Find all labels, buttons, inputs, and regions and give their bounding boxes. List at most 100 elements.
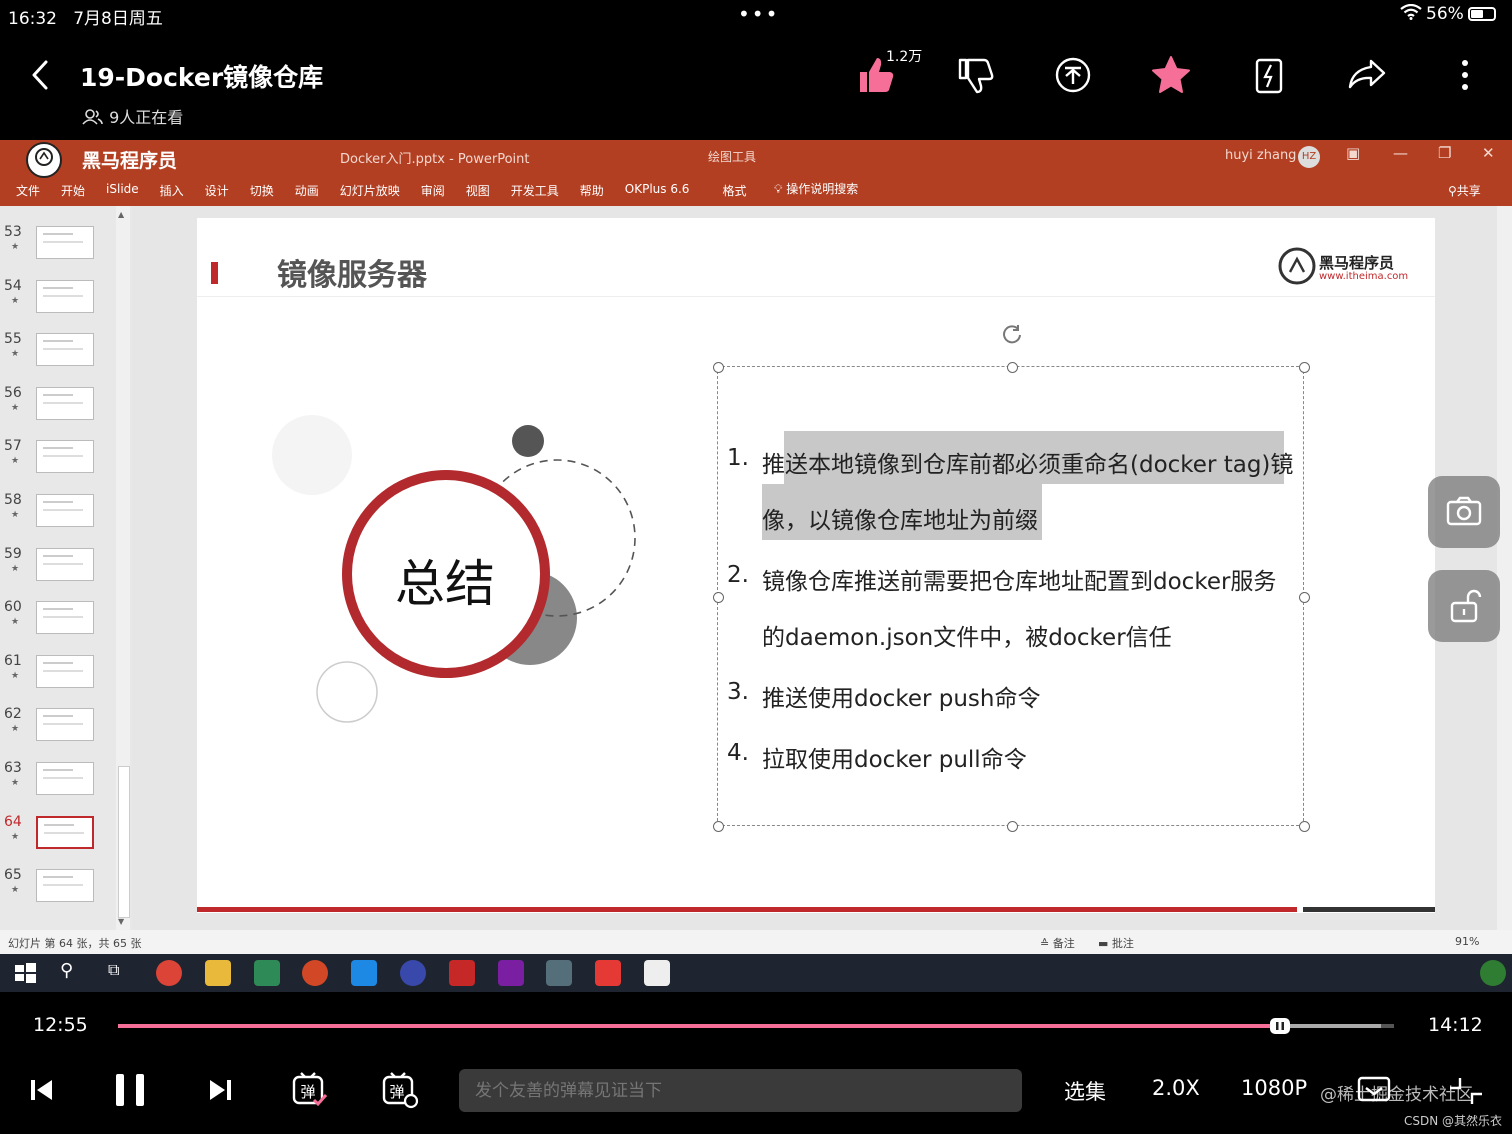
cast-icon[interactable] [1356,1074,1396,1112]
slide-thumbnail[interactable] [36,440,94,474]
speed-button[interactable]: 2.0X [1152,1076,1200,1100]
svg-text:弹: 弹 [300,1083,315,1101]
animation-star-icon: ★ [11,617,20,628]
multitask-dots-icon[interactable]: ••• [738,2,779,26]
ribbon-tab[interactable]: 格式 [722,182,746,199]
thumbnail-number: 63 [4,760,22,776]
video-frame[interactable]: 黑马程序员 Docker入门.pptx - PowerPoint 绘图工具 hu… [0,140,1512,992]
thumbnail-number: 56 [4,384,22,401]
more-menu-button[interactable] [1442,52,1488,98]
ribbon-search[interactable]: 💡︎ 操作说明搜索 [774,180,858,197]
ribbon-display-icon[interactable]: ▣ [1346,144,1360,162]
fullscreen-exit-icon[interactable] [1446,1074,1486,1112]
thumbnail-number: 59 [4,545,22,562]
danmaku-toggle-icon[interactable]: 弹 [290,1070,330,1114]
slide-thumbnail[interactable] [36,708,94,742]
ribbon-tab[interactable]: 审阅 [421,182,445,199]
app-icon[interactable] [449,960,475,986]
progress-knob[interactable] [1270,1018,1290,1034]
thumbnail-number: 65 [4,867,22,884]
slide-count: 幻灯片 第 64 张，共 65 张 [8,937,142,950]
slide-thumbnail[interactable] [36,494,94,527]
charge-button[interactable] [1246,52,1292,98]
favorite-star-button[interactable] [1148,52,1194,98]
selected-textbox[interactable] [713,325,1310,832]
youdao-icon[interactable] [595,960,621,986]
notepad-plus-icon[interactable] [254,960,280,986]
ribbon-tab[interactable]: iSlide [106,182,139,199]
dislike-button[interactable] [952,52,998,98]
app-icon[interactable] [351,960,377,986]
ribbon-tab[interactable]: 开发工具 [511,182,559,199]
thumbnail-scrollbar[interactable]: ▲ ▼ [116,206,130,930]
slide-thumbnail[interactable] [36,333,94,367]
app-icon[interactable] [400,960,426,986]
coin-button[interactable] [1050,52,1096,98]
powerpoint-icon[interactable] [302,960,328,986]
chrome-icon[interactable] [156,960,182,986]
danmaku-settings-icon[interactable]: 弹 [380,1070,420,1114]
quality-button[interactable]: 1080P [1241,1076,1307,1100]
ribbon-tab[interactable]: OKPlus 6.6 [625,182,690,199]
ribbon-tab[interactable]: 设计 [205,182,229,199]
search-icon[interactable]: ⚲ [60,960,86,986]
file-explorer-icon[interactable] [205,960,231,986]
ribbon-tab[interactable]: 帮助 [580,182,604,199]
slide-thumbnail[interactable] [36,547,94,581]
intellij-icon[interactable] [498,960,524,986]
like-count: 1.2万 [886,49,923,65]
next-button[interactable] [206,1074,234,1110]
summary-label: 总结 [395,555,495,613]
slide-thumbnail[interactable] [36,869,94,903]
rotate-handle-icon[interactable] [1001,323,1023,349]
pause-button[interactable] [112,1070,148,1114]
unlock-icon [1450,589,1482,623]
ribbon-tab[interactable]: 开始 [61,182,85,199]
restore-icon[interactable]: ❐ [1438,144,1451,162]
share-link[interactable]: ⚲共享 [1448,182,1481,199]
ppt-title-bar: 黑马程序员 Docker入门.pptx - PowerPoint 绘图工具 hu… [0,140,1512,206]
animation-star-icon: ★ [11,295,20,306]
slide-thumbnail[interactable] [36,226,94,259]
slide-thumbnail[interactable] [36,762,94,795]
screenshot-button[interactable] [1428,476,1500,548]
lock-screen-button[interactable] [1428,570,1500,642]
episodes-button[interactable]: 选集 [1064,1076,1106,1106]
share-button[interactable] [1344,52,1390,98]
comments-button[interactable]: ▬ 批注 [1098,935,1134,951]
ribbon-tab[interactable]: 动画 [295,182,319,199]
status-bar: 16:32 7月8日周五 ••• 56% [0,0,1512,30]
ribbon-tab[interactable]: 文件 [16,182,40,199]
tray-icon[interactable] [1480,960,1506,986]
slide-title: 镜像服务器 [277,258,427,293]
remote-desktop-icon[interactable] [546,960,572,986]
windows-start-icon[interactable] [12,960,38,986]
task-view-icon[interactable]: ⧉ [108,960,134,986]
animation-star-icon: ★ [11,456,20,467]
slide-thumbnail[interactable] [36,601,94,635]
ribbon-tab[interactable]: 切换 [250,182,274,199]
slide-thumbnail[interactable] [36,279,94,313]
viewers-icon [82,108,109,127]
progress-bar[interactable] [118,1024,1394,1028]
ribbon-tab[interactable]: 幻灯片放映 [340,182,400,199]
typora-icon[interactable] [644,960,670,986]
close-icon[interactable]: ✕ [1482,144,1495,162]
slide-footer-bar-dark [1303,907,1435,912]
minimize-icon[interactable]: — [1393,144,1408,162]
ribbon-tab[interactable]: 插入 [160,182,184,199]
avatar[interactable]: HZ [1298,146,1320,168]
slide-logo-url: www.itheima.com [1319,271,1409,282]
back-button[interactable] [28,58,56,92]
slide-thumbnail[interactable] [36,654,94,688]
slide-thumbnail[interactable] [36,386,94,420]
danmaku-input[interactable] [459,1069,1022,1112]
ribbon-tab[interactable]: 视图 [466,182,490,199]
animation-star-icon: ★ [11,510,20,520]
animation-star-icon: ★ [11,724,20,735]
slide-scrollbar[interactable] [1497,206,1512,930]
zoom-level[interactable]: 91% [1455,935,1479,948]
slide-thumbnail[interactable] [36,815,94,849]
previous-button[interactable] [28,1074,56,1110]
notes-button[interactable]: ≙ 备注 [1040,935,1075,951]
